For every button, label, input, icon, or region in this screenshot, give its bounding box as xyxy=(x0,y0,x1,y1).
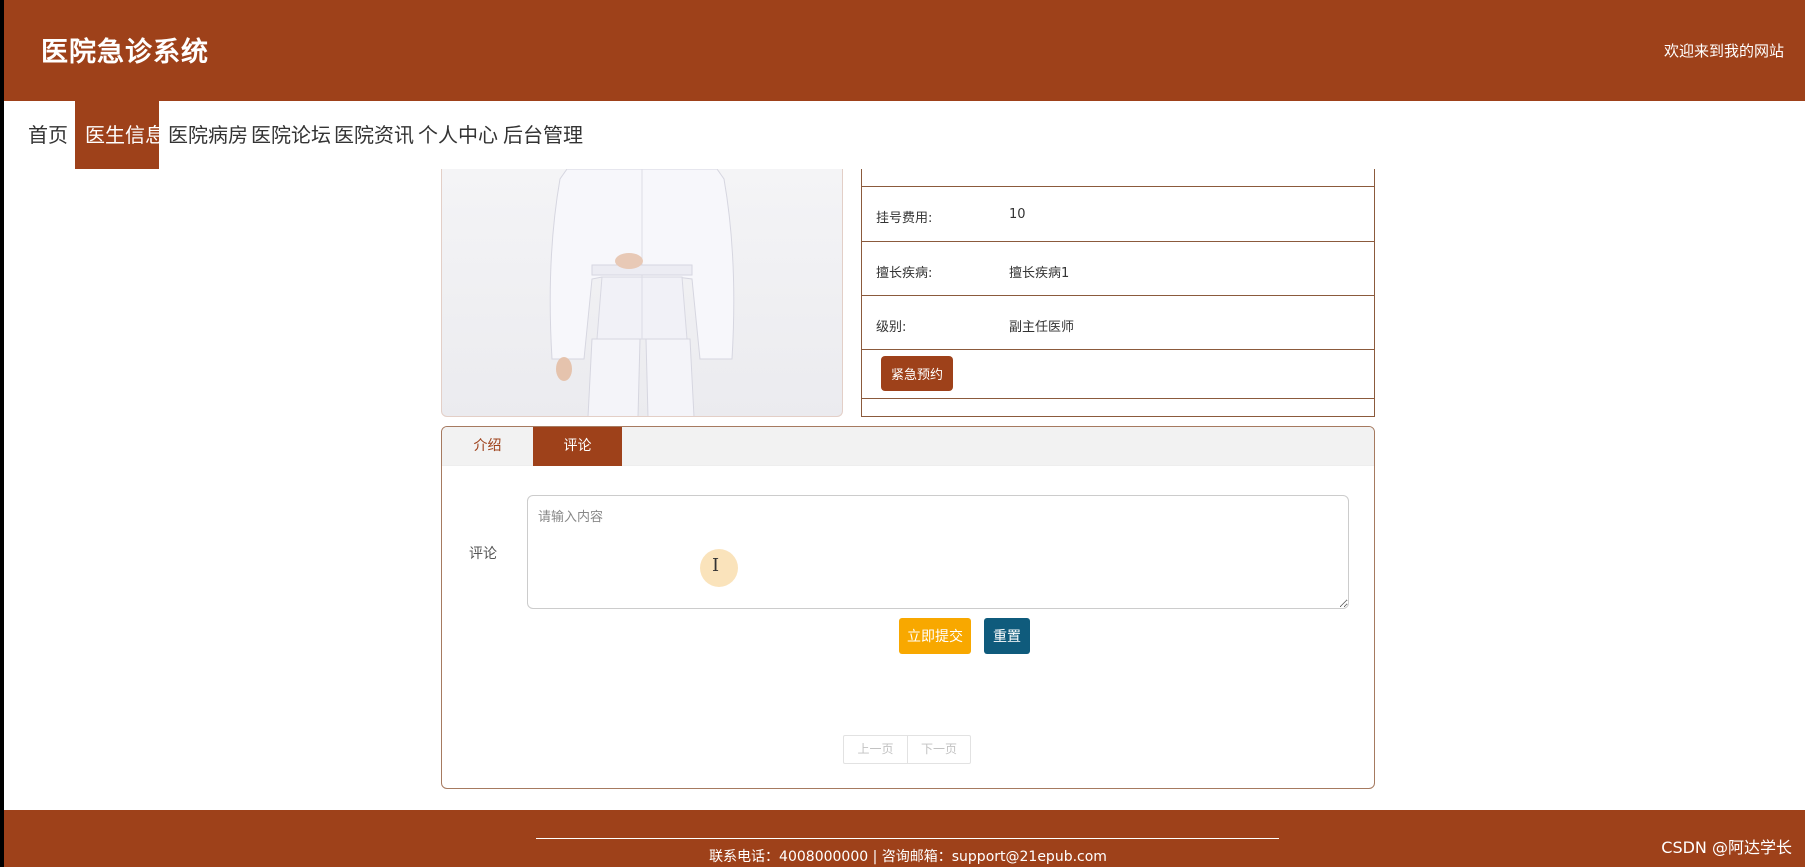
info-row-fee: 挂号费用: 10 xyxy=(862,187,1374,242)
info-row-actions: 紧急预约 xyxy=(862,350,1374,399)
page: 医院急诊系统 欢迎来到我的网站 首页 医生信息 医院病房 医院论坛 医院资讯 个… xyxy=(4,0,1805,867)
next-page-button[interactable]: 下一页 xyxy=(907,736,970,763)
fee-value: 10 xyxy=(1009,207,1026,222)
main-nav: 首页 医生信息 医院病房 医院论坛 医院资讯 个人中心 后台管理 xyxy=(4,101,1805,169)
footer: 联系电话：4008000000 | 咨询邮箱：support@21epub.co… xyxy=(4,810,1805,867)
site-title: 医院急诊系统 xyxy=(41,37,209,68)
level-value: 副主任医师 xyxy=(1009,320,1075,335)
welcome-text: 欢迎来到我的网站 xyxy=(1663,42,1784,60)
footer-contact-text: 联系电话：4008000000 | 咨询邮箱：support@21epub.co… xyxy=(709,849,1107,865)
csdn-watermark: CSDN @阿达学长 xyxy=(1661,838,1792,857)
nav-item-home[interactable]: 首页 xyxy=(18,101,78,169)
doctor-photo xyxy=(441,169,843,417)
tab-comments[interactable]: 评论 xyxy=(533,427,622,466)
top-header: 医院急诊系统 欢迎来到我的网站 xyxy=(4,0,1805,101)
comment-input[interactable] xyxy=(527,495,1349,609)
fee-label: 挂号费用: xyxy=(876,211,933,226)
specialty-label: 擅长疾病: xyxy=(876,266,933,281)
prev-page-button[interactable]: 上一页 xyxy=(844,736,907,763)
comment-label: 评论 xyxy=(469,546,497,562)
detail-tabs-panel: 介绍 评论 评论 I 立即提交 重置 上一页 下一页 xyxy=(441,426,1375,789)
level-label: 级别: xyxy=(876,320,907,335)
nav-item-admin[interactable]: 后台管理 xyxy=(493,101,593,169)
reset-button[interactable]: 重置 xyxy=(984,618,1030,654)
doctor-info-table: 挂号费用: 10 擅长疾病: 擅长疾病1 级别: 副主任医师 紧急预约 xyxy=(861,169,1375,417)
footer-divider xyxy=(536,838,1279,839)
tabs-header: 介绍 评论 xyxy=(442,427,1374,466)
info-row-level: 级别: 副主任医师 xyxy=(862,296,1374,350)
text-cursor-icon: I xyxy=(712,555,720,576)
info-row-bottom xyxy=(862,399,1374,417)
info-row-specialty: 擅长疾病: 擅长疾病1 xyxy=(862,242,1374,296)
nav-item-doctor-info[interactable]: 医生信息 xyxy=(75,101,165,169)
pagination: 上一页 下一页 xyxy=(843,735,971,764)
emergency-booking-button[interactable]: 紧急预约 xyxy=(881,356,953,391)
info-row-top xyxy=(862,169,1374,187)
submit-comment-button[interactable]: 立即提交 xyxy=(899,618,971,654)
tab-introduction[interactable]: 介绍 xyxy=(442,427,533,466)
doctor-figure-image xyxy=(549,169,735,416)
specialty-value: 擅长疾病1 xyxy=(1009,266,1070,281)
